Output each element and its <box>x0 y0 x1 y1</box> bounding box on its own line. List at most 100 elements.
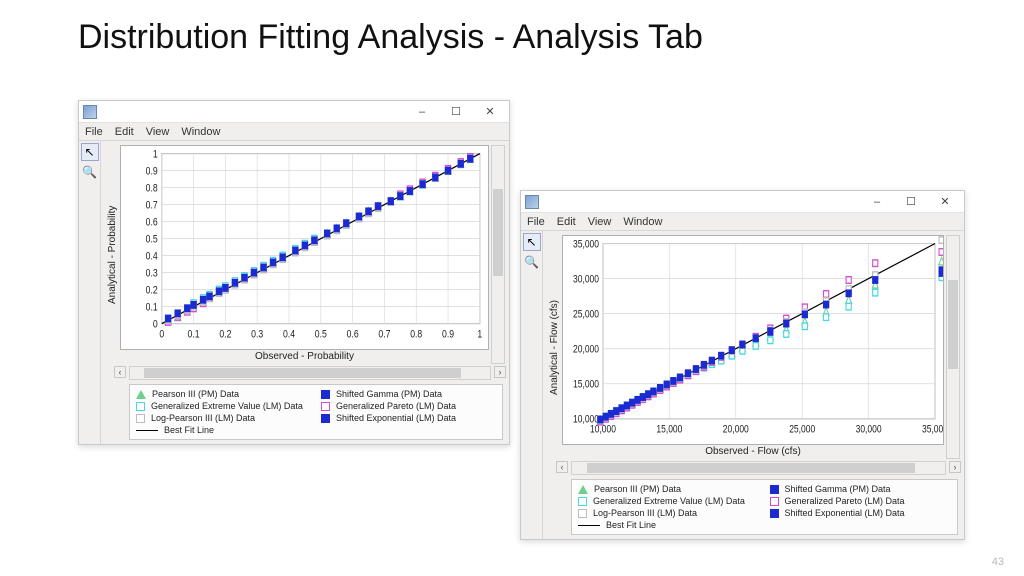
svg-text:20,000: 20,000 <box>573 344 599 356</box>
toolstrip: ↖ 🔍 <box>521 231 543 539</box>
legend-item: Generalized Extreme Value (LM) Data <box>578 496 760 506</box>
legend-swatch <box>136 414 145 423</box>
legend-label: Generalized Pareto (LM) Data <box>336 401 456 411</box>
menu-edit[interactable]: Edit <box>115 126 134 138</box>
svg-text:0.9: 0.9 <box>442 329 454 341</box>
slide-title: Distribution Fitting Analysis - Analysis… <box>78 18 703 57</box>
svg-text:0.7: 0.7 <box>146 200 158 212</box>
svg-text:15,000: 15,000 <box>573 379 599 391</box>
pp-plot[interactable]: 00.10.20.30.40.50.60.70.80.9100.10.20.30… <box>120 145 489 350</box>
svg-text:0: 0 <box>153 319 158 331</box>
maximize-button[interactable]: ☐ <box>439 102 473 122</box>
svg-text:0.6: 0.6 <box>146 217 158 229</box>
legend-item: Shifted Gamma (PM) Data <box>770 484 952 494</box>
scroll-right-icon[interactable]: › <box>494 366 506 378</box>
svg-text:0.8: 0.8 <box>146 183 158 195</box>
svg-text:0.6: 0.6 <box>347 329 359 341</box>
zoom-tool[interactable]: 🔍 <box>81 163 99 181</box>
svg-text:20,000: 20,000 <box>723 424 749 436</box>
maximize-button[interactable]: ☐ <box>894 192 928 212</box>
qq-plot[interactable]: 10,00015,00020,00025,00030,00035,00010,0… <box>562 235 944 445</box>
vertical-scrollbar[interactable] <box>946 235 960 459</box>
titlebar: – ☐ ✕ <box>79 101 509 123</box>
svg-text:0.3: 0.3 <box>146 268 158 280</box>
legend-label: Log-Pearson III (LM) Data <box>151 413 255 423</box>
legend-swatch <box>321 390 330 399</box>
svg-text:0: 0 <box>159 329 164 341</box>
legend-item: Generalized Extreme Value (LM) Data <box>136 401 311 411</box>
scroll-right-icon[interactable]: › <box>949 461 961 473</box>
app-icon <box>83 105 97 119</box>
close-button[interactable]: ✕ <box>473 102 507 122</box>
menubar: File Edit View Window <box>79 123 509 141</box>
legend-item: Generalized Pareto (LM) Data <box>770 496 952 506</box>
horizontal-scrollbar[interactable]: ‹ › <box>129 366 491 380</box>
legend-item: Pearson III (PM) Data <box>578 484 760 494</box>
legend-swatch <box>578 525 600 526</box>
svg-text:35,000: 35,000 <box>922 424 944 436</box>
legend: Pearson III (PM) Data Shifted Gamma (PM) … <box>129 384 503 440</box>
legend-label: Generalized Pareto (LM) Data <box>785 496 905 506</box>
close-button[interactable]: ✕ <box>928 192 962 212</box>
legend-item: Shifted Exponential (LM) Data <box>321 413 496 423</box>
legend-label: Generalized Extreme Value (LM) Data <box>151 401 303 411</box>
legend-label: Best Fit Line <box>606 520 656 530</box>
x-axis-label: Observed - Probability <box>120 350 489 364</box>
svg-text:15,000: 15,000 <box>656 424 682 436</box>
scroll-left-icon[interactable]: ‹ <box>114 366 126 378</box>
legend-item: Log-Pearson III (LM) Data <box>136 413 311 423</box>
svg-text:1: 1 <box>153 149 158 161</box>
legend-item: Log-Pearson III (LM) Data <box>578 508 760 518</box>
svg-text:0.2: 0.2 <box>146 285 158 297</box>
y-axis-label: Analytical - Flow (cfs) <box>547 235 562 459</box>
svg-text:0.9: 0.9 <box>146 166 158 178</box>
menu-window[interactable]: Window <box>181 126 220 138</box>
svg-text:35,000: 35,000 <box>573 238 599 250</box>
menu-edit[interactable]: Edit <box>557 216 576 228</box>
pointer-tool[interactable]: ↖ <box>81 143 99 161</box>
y-axis-label: Analytical - Probability <box>105 145 120 364</box>
minimize-button[interactable]: – <box>405 102 439 122</box>
zoom-tool[interactable]: 🔍 <box>523 253 541 271</box>
svg-text:0.2: 0.2 <box>219 329 231 341</box>
legend-label: Shifted Exponential (LM) Data <box>336 413 456 423</box>
legend-label: Shifted Gamma (PM) Data <box>785 484 891 494</box>
legend-item: Pearson III (PM) Data <box>136 389 311 399</box>
legend-swatch <box>136 390 146 399</box>
menu-view[interactable]: View <box>146 126 170 138</box>
pointer-tool[interactable]: ↖ <box>523 233 541 251</box>
x-axis-label: Observed - Flow (cfs) <box>562 445 944 459</box>
svg-text:0.5: 0.5 <box>146 234 159 246</box>
legend-label: Pearson III (PM) Data <box>594 484 681 494</box>
chart-window-pp: – ☐ ✕ File Edit View Window ↖ 🔍 Analytic… <box>78 100 510 445</box>
legend-label: Log-Pearson III (LM) Data <box>593 508 697 518</box>
menubar: File Edit View Window <box>521 213 964 231</box>
svg-text:0.4: 0.4 <box>146 251 159 263</box>
scroll-left-icon[interactable]: ‹ <box>556 461 568 473</box>
legend-swatch <box>321 414 330 423</box>
legend-item: Shifted Gamma (PM) Data <box>321 389 496 399</box>
legend-item-bestfit: Best Fit Line <box>136 425 496 435</box>
legend-label: Generalized Extreme Value (LM) Data <box>593 496 745 506</box>
legend-swatch <box>136 402 145 411</box>
chart-window-qq: – ☐ ✕ File Edit View Window ↖ 🔍 Analytic… <box>520 190 965 540</box>
legend-swatch <box>321 402 330 411</box>
menu-view[interactable]: View <box>588 216 612 228</box>
minimize-button[interactable]: – <box>860 192 894 212</box>
menu-window[interactable]: Window <box>623 216 662 228</box>
titlebar: – ☐ ✕ <box>521 191 964 213</box>
legend-swatch <box>770 497 779 506</box>
svg-text:0.8: 0.8 <box>410 329 422 341</box>
legend-swatch <box>136 430 158 431</box>
horizontal-scrollbar[interactable]: ‹ › <box>571 461 946 475</box>
legend-label: Shifted Exponential (LM) Data <box>785 508 905 518</box>
menu-file[interactable]: File <box>85 126 103 138</box>
page-number: 43 <box>992 556 1004 568</box>
svg-text:0.1: 0.1 <box>146 302 158 314</box>
vertical-scrollbar[interactable] <box>491 145 505 364</box>
legend-swatch <box>578 509 587 518</box>
legend-label: Best Fit Line <box>164 425 214 435</box>
legend: Pearson III (PM) Data Shifted Gamma (PM) … <box>571 479 958 535</box>
menu-file[interactable]: File <box>527 216 545 228</box>
legend-swatch <box>578 485 588 494</box>
